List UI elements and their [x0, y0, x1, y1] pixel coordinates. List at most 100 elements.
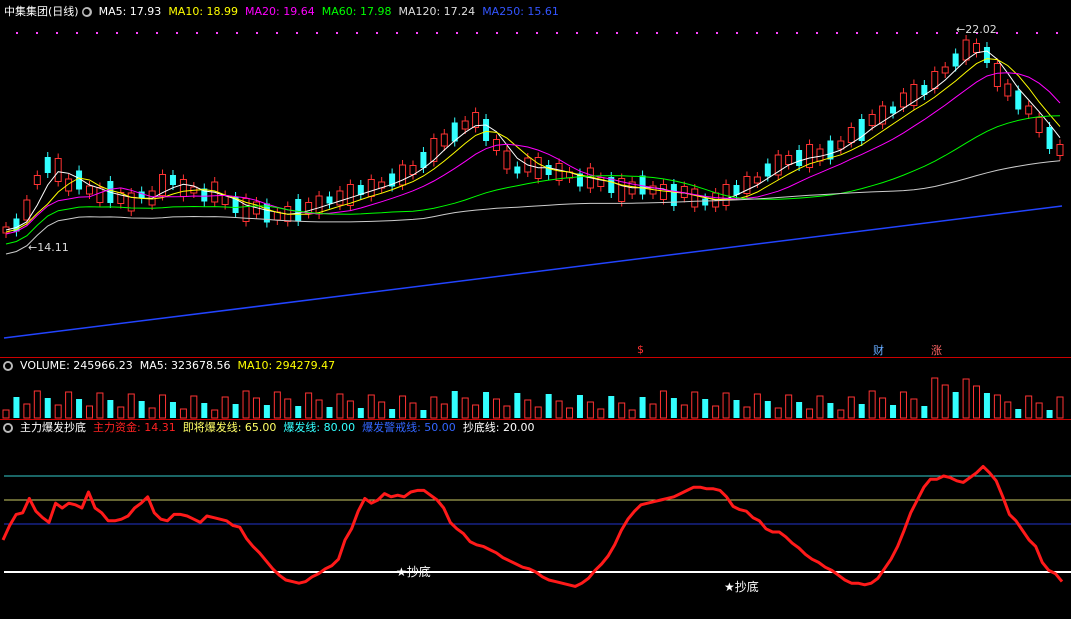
- volume-bar-down: [733, 400, 740, 418]
- volume-bar-up: [691, 391, 699, 419]
- buy-signal-label: ★抄底: [396, 565, 431, 579]
- candle-down: [295, 199, 302, 221]
- volume-bar-down: [201, 403, 208, 418]
- dot-marker: [696, 32, 698, 34]
- volume-bar-up: [586, 401, 594, 419]
- dot-marker: [876, 32, 878, 34]
- volume-bar-down: [76, 399, 83, 418]
- event-marker-rise[interactable]: 涨: [931, 342, 942, 358]
- volume-ma5: MA5: 323678.56: [139, 359, 231, 372]
- volume-bar-up: [54, 404, 62, 419]
- indicator-legend-item: 主力资金: 14.31: [93, 421, 176, 434]
- volume-bar-down: [827, 403, 834, 418]
- candle-up: [367, 179, 375, 197]
- volume-bar-up: [96, 392, 104, 419]
- volume-bar-up: [659, 390, 667, 419]
- volume-bar-down: [952, 392, 959, 418]
- ma250-line: [3, 205, 1063, 339]
- volume-chart[interactable]: [0, 374, 1071, 419]
- dot-marker: [36, 32, 38, 34]
- volume-bar-up: [242, 390, 250, 419]
- ma-legend-item: MA60: 17.98: [321, 5, 392, 18]
- volume-bar-down: [263, 405, 270, 418]
- volume-bar-up: [33, 390, 41, 419]
- volume-bar-up: [367, 394, 375, 419]
- stock-name: 中集集团(日线): [4, 5, 79, 18]
- candlestick-chart[interactable]: [0, 20, 1071, 360]
- ma-legend-item: MA120: 17.24: [398, 5, 476, 18]
- toggle-menu-icon[interactable]: ●: [3, 423, 13, 433]
- candle-down: [1046, 127, 1053, 149]
- event-marker-dollar[interactable]: $: [637, 343, 644, 356]
- candle-up: [899, 92, 907, 108]
- event-marker-finance[interactable]: 财: [873, 342, 884, 358]
- candle-up: [659, 184, 667, 200]
- dot-marker: [536, 32, 538, 34]
- volume-bar-up: [315, 399, 323, 419]
- indicator-legend-item: 即将爆发线: 65.00: [182, 421, 277, 434]
- dot-marker: [76, 32, 78, 34]
- candle-up: [691, 188, 699, 208]
- dot-marker: [236, 32, 238, 34]
- volume-bar-up: [743, 406, 751, 419]
- dot-marker: [576, 32, 578, 34]
- dot-marker: [216, 32, 218, 34]
- volume-bar-down: [983, 393, 990, 418]
- toggle-menu-icon[interactable]: ●: [3, 361, 13, 371]
- dot-marker: [136, 32, 138, 34]
- indicator-title: 主力爆发抄底: [20, 421, 86, 434]
- dot-marker: [516, 32, 518, 34]
- volume-bar-up: [65, 391, 73, 419]
- candle-up: [847, 127, 855, 143]
- dot-marker: [896, 32, 898, 34]
- volume-bar-up: [127, 393, 135, 419]
- candle-up: [1004, 83, 1012, 97]
- volume-bar-down: [576, 395, 583, 418]
- candle-up: [973, 43, 981, 53]
- candle-up: [837, 140, 845, 150]
- low-price-label: ←14.11: [28, 241, 69, 254]
- candle-down: [952, 53, 959, 67]
- candle-up: [753, 176, 761, 184]
- volume-bar-down: [420, 410, 427, 418]
- volume-bar-down: [357, 408, 364, 418]
- volume-bar-down: [670, 398, 677, 418]
- volume-bar-down: [483, 392, 490, 418]
- candle-up: [179, 179, 187, 197]
- volume-bar-down: [326, 407, 333, 418]
- dot-marker: [1016, 32, 1018, 34]
- indicator-chart[interactable]: [0, 436, 1071, 606]
- dot-marker: [336, 32, 338, 34]
- candle-down: [702, 198, 709, 206]
- volume-bar-down: [545, 394, 552, 418]
- volume-bar-up: [806, 408, 814, 419]
- volume-ma10: MA10: 294279.47: [237, 359, 336, 372]
- volume-bar-up: [879, 397, 887, 419]
- dot-marker: [176, 32, 178, 34]
- dot-marker: [496, 32, 498, 34]
- dot-marker: [656, 32, 658, 34]
- volume-value: VOLUME: 245966.23: [20, 359, 133, 372]
- candle-down: [890, 106, 897, 114]
- candle-up: [816, 148, 824, 162]
- volume-bar-up: [1025, 395, 1033, 419]
- volume-bar-up: [252, 397, 260, 419]
- volume-bar-up: [910, 398, 918, 419]
- volume-bar-up: [2, 409, 10, 419]
- volume-bar-up: [472, 404, 480, 419]
- candle-up: [931, 71, 939, 89]
- high-price-label: ←22.02: [956, 23, 997, 36]
- toggle-menu-icon[interactable]: ●: [81, 7, 92, 17]
- volume-bar-up: [1056, 396, 1064, 419]
- volume-bar-down: [232, 404, 239, 418]
- volume-bar-up: [941, 384, 949, 419]
- volume-bar-up: [722, 392, 730, 419]
- candle-down: [169, 175, 176, 185]
- dot-marker: [156, 32, 158, 34]
- dot-marker: [316, 32, 318, 34]
- volume-bar-down: [169, 402, 176, 418]
- candle-up: [941, 66, 949, 74]
- candle-up: [503, 150, 511, 170]
- ma-legend-item: MA5: 17.93: [98, 5, 162, 18]
- candle-down: [420, 152, 427, 168]
